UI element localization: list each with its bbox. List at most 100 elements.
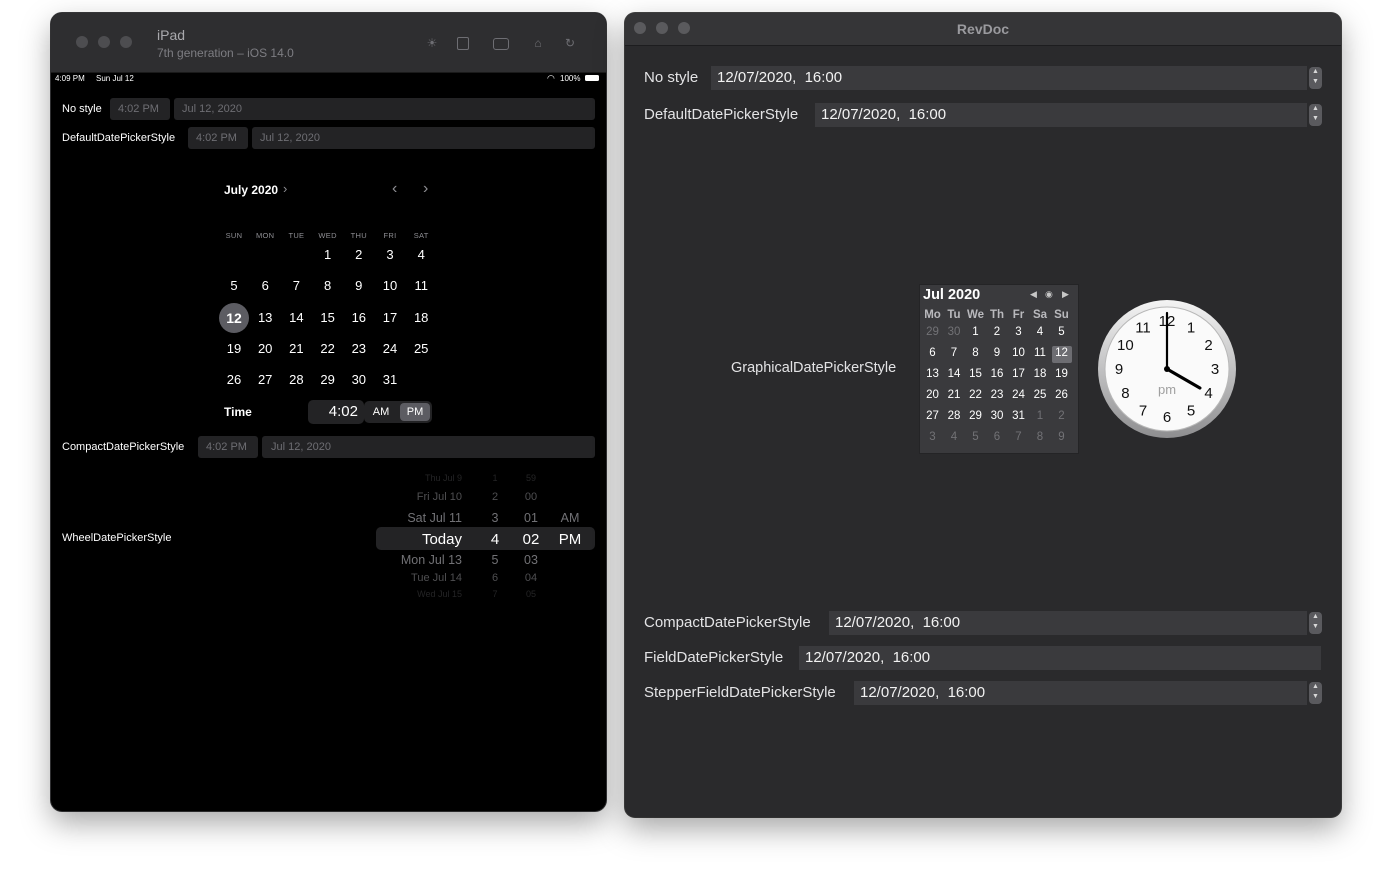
previous-month-chevron-icon[interactable]: ‹ <box>392 180 397 198</box>
mac-calendar-day[interactable]: 4 <box>944 431 965 443</box>
mac-default-style-field[interactable]: 12/07/2020, 16:00 <box>815 103 1307 127</box>
wheel-ampm-item[interactable]: PM <box>551 531 589 548</box>
calendar-day[interactable]: 14 <box>281 307 311 329</box>
mac-calendar-day[interactable]: 29 <box>922 326 943 338</box>
mac-calendar-day[interactable]: 1 <box>1030 410 1051 422</box>
wheel-hour-item[interactable]: 4 <box>476 531 514 548</box>
wheel-minute-item[interactable]: 04 <box>513 572 549 584</box>
no-style-time-field[interactable]: 4:02 PM <box>110 98 170 120</box>
mac-calendar-day[interactable]: 5 <box>965 431 986 443</box>
calendar-month-title[interactable]: July 2020 <box>224 183 278 197</box>
mac-calendar-day[interactable]: 21 <box>944 389 965 401</box>
calendar-day[interactable]: 16 <box>344 307 374 329</box>
wheel-minute-item[interactable]: 01 <box>513 511 549 525</box>
calendar-day[interactable]: 2 <box>344 244 374 266</box>
default-style-date-field[interactable]: Jul 12, 2020 <box>252 127 595 149</box>
calendar-day[interactable]: 5 <box>219 275 249 297</box>
zoom-button[interactable] <box>120 36 132 48</box>
analog-clock[interactable]: 121234567891011 pm <box>1097 299 1237 439</box>
mac-calendar-day[interactable]: 22 <box>965 389 986 401</box>
calendar-day[interactable]: 22 <box>313 338 343 360</box>
month-disclosure-chevron-icon[interactable]: › <box>283 181 287 196</box>
today-dot-icon[interactable]: ◉ <box>1045 289 1053 300</box>
calendar-day[interactable]: 29 <box>313 369 343 391</box>
brightness-icon[interactable]: ☀ <box>425 36 439 50</box>
wheel-hour-item[interactable]: 1 <box>476 473 514 483</box>
mac-calendar-day[interactable]: 19 <box>1051 368 1072 380</box>
wheel-minute-item[interactable]: 00 <box>513 491 549 503</box>
calendar-day[interactable]: 27 <box>250 369 280 391</box>
mac-calendar-day[interactable]: 4 <box>1030 326 1051 338</box>
screenshot-icon[interactable] <box>457 37 469 50</box>
mac-calendar-day[interactable]: 27 <box>922 410 943 422</box>
calendar-day[interactable]: 10 <box>375 275 405 297</box>
mac-calendar-day[interactable]: 30 <box>944 326 965 338</box>
calendar-day[interactable]: 7 <box>281 275 311 297</box>
calendar-day[interactable]: 12 <box>219 307 249 329</box>
mac-calendar-day[interactable]: 8 <box>1030 431 1051 443</box>
calendar-day[interactable]: 31 <box>375 369 405 391</box>
mac-calendar-day[interactable]: 6 <box>922 347 943 359</box>
next-month-chevron-icon[interactable]: › <box>423 180 428 198</box>
mac-field-style-field[interactable]: 12/07/2020, 16:00 <box>799 646 1321 670</box>
wheel-date-item[interactable]: Fri Jul 10 <box>376 491 462 503</box>
calendar-day[interactable]: 8 <box>313 275 343 297</box>
calendar-day[interactable]: 20 <box>250 338 280 360</box>
mac-no-style-field[interactable]: 12/07/2020, 16:00 <box>711 66 1307 90</box>
mac-calendar-day[interactable]: 15 <box>965 368 986 380</box>
wheel-hour-item[interactable]: 5 <box>476 553 514 567</box>
mac-calendar-day[interactable]: 31 <box>1008 410 1029 422</box>
time-field[interactable]: 4:02 <box>308 400 364 424</box>
mac-calendar-day[interactable]: 16 <box>987 368 1008 380</box>
am-segment[interactable]: AM <box>364 401 398 423</box>
mac-calendar-day[interactable]: 17 <box>1008 368 1029 380</box>
mac-calendar-day[interactable]: 3 <box>922 431 943 443</box>
compact-style-time-field[interactable]: 4:02 PM <box>198 436 258 458</box>
mac-calendar-day[interactable]: 8 <box>965 347 986 359</box>
mac-calendar-day[interactable]: 9 <box>1051 431 1072 443</box>
minimize-button[interactable] <box>98 36 110 48</box>
calendar-day[interactable]: 19 <box>219 338 249 360</box>
camera-icon[interactable] <box>493 38 509 50</box>
rotate-icon[interactable]: ↻ <box>563 36 577 50</box>
wheel-date-picker[interactable]: Thu Jul 9 Fri Jul 10 Sat Jul 11 Today Mon Ju… <box>376 473 595 605</box>
no-style-date-field[interactable]: Jul 12, 2020 <box>174 98 595 120</box>
mac-calendar-day[interactable]: 13 <box>922 368 943 380</box>
mac-calendar-day[interactable]: 20 <box>922 389 943 401</box>
compact-style-date-field[interactable]: Jul 12, 2020 <box>262 436 595 458</box>
calendar-day[interactable]: 1 <box>313 244 343 266</box>
previous-month-arrow-icon[interactable]: ◀ <box>1030 289 1037 300</box>
mac-calendar-day[interactable]: 26 <box>1051 389 1072 401</box>
calendar-day[interactable]: 4 <box>406 244 436 266</box>
mac-calendar-day[interactable]: 30 <box>987 410 1008 422</box>
wheel-date-item[interactable]: Sat Jul 11 <box>376 511 462 525</box>
mac-calendar-day[interactable]: 9 <box>987 347 1008 359</box>
wheel-hour-item[interactable]: 6 <box>476 572 514 584</box>
wheel-date-item[interactable]: Today <box>376 531 462 548</box>
next-month-arrow-icon[interactable]: ▶ <box>1062 289 1069 300</box>
calendar-day[interactable]: 9 <box>344 275 374 297</box>
wheel-hour-item[interactable]: 3 <box>476 511 514 525</box>
mac-calendar-day[interactable]: 2 <box>987 326 1008 338</box>
mac-calendar-day[interactable]: 10 <box>1008 347 1029 359</box>
mac-calendar-day[interactable]: 7 <box>944 347 965 359</box>
calendar-day[interactable]: 28 <box>281 369 311 391</box>
wheel-hour-item[interactable]: 7 <box>476 589 514 599</box>
compact-style-stepper[interactable]: ▲ ▼ <box>1309 612 1322 634</box>
default-style-stepper[interactable]: ▲ ▼ <box>1309 104 1322 126</box>
mac-calendar-day[interactable]: 29 <box>965 410 986 422</box>
calendar-day[interactable]: 6 <box>250 275 280 297</box>
calendar-day[interactable]: 11 <box>406 275 436 297</box>
no-style-stepper[interactable]: ▲ ▼ <box>1309 67 1322 89</box>
mac-calendar-day[interactable]: 3 <box>1008 326 1029 338</box>
mac-calendar-day[interactable]: 12 <box>1051 347 1072 359</box>
mac-calendar-day[interactable]: 11 <box>1030 347 1051 359</box>
mac-calendar-day[interactable]: 1 <box>965 326 986 338</box>
calendar-day[interactable]: 15 <box>313 307 343 329</box>
calendar-day[interactable]: 23 <box>344 338 374 360</box>
calendar-day[interactable]: 24 <box>375 338 405 360</box>
mac-calendar-day[interactable]: 2 <box>1051 410 1072 422</box>
mac-calendar-day[interactable]: 23 <box>987 389 1008 401</box>
default-style-time-field[interactable]: 4:02 PM <box>188 127 248 149</box>
wheel-minute-item[interactable]: 03 <box>513 553 549 567</box>
